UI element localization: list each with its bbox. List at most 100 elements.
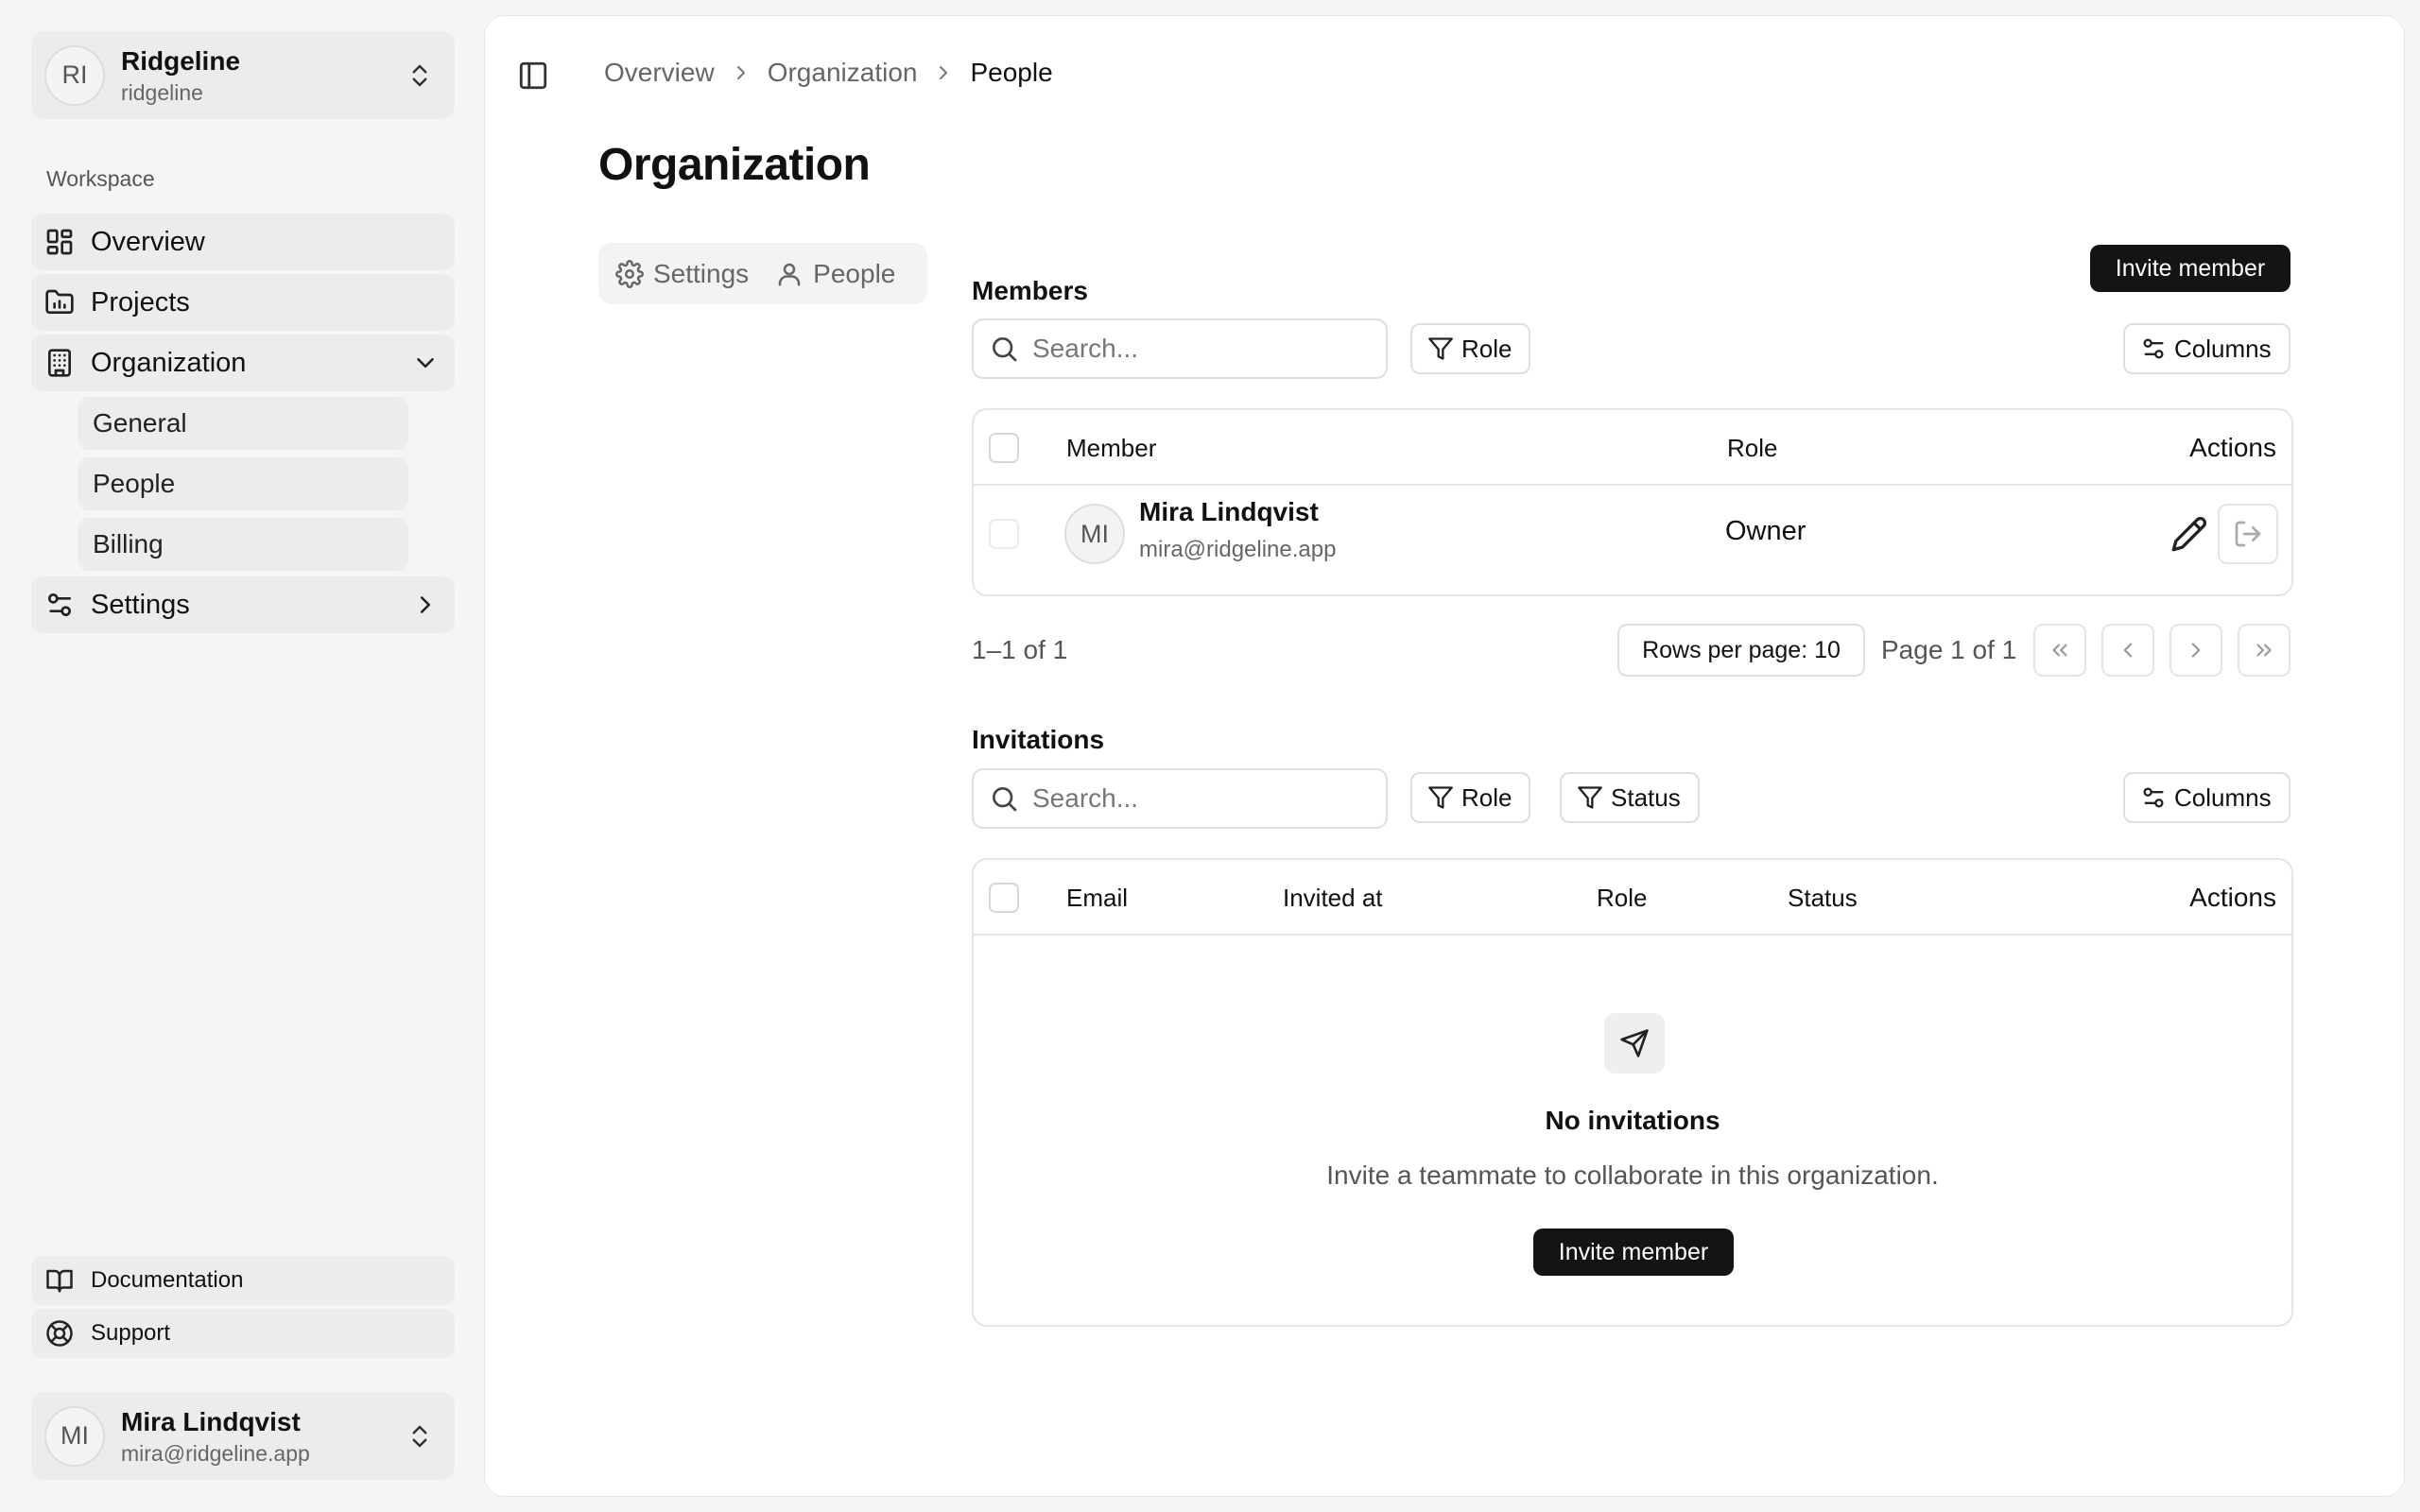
members-search-input[interactable] [1032,334,1373,364]
breadcrumb: Overview Organization People [604,58,1053,88]
chevron-down-icon [411,349,440,377]
user-name: Mira Lindqvist [121,1406,301,1436]
sidebar-item-label: Documentation [91,1267,244,1293]
chevron-right-icon [2184,638,2208,662]
org-name: Ridgeline [121,45,241,76]
invitations-search [972,768,1388,829]
avatar: MI [1064,504,1125,564]
building-icon [44,348,75,378]
sidebar-item-label: Organization [91,347,247,378]
page-title: Organization [598,140,871,190]
sidebar-item-overview[interactable]: Overview [31,214,455,270]
row-checkbox[interactable] [989,519,1019,549]
search-icon [989,783,1019,814]
column-header-role[interactable]: Role [1727,410,1777,486]
sidebar-item-label: Settings [91,589,190,620]
invite-member-button[interactable]: Invite member [2090,245,2290,292]
remove-member-button[interactable] [2218,504,2278,564]
user-switcher[interactable]: MI Mira Lindqvist mira@ridgeline.app [31,1392,455,1480]
chevron-right-icon [932,61,955,84]
filter-icon [1577,784,1603,811]
sidebar-item-label: Support [91,1320,171,1346]
member-role: Owner [1725,516,1806,546]
breadcrumb-organization[interactable]: Organization [768,58,918,88]
members-columns-button[interactable]: Columns [2123,323,2290,374]
org-tabs: Settings People [598,243,927,304]
workspace-section-label: Workspace [46,166,155,191]
column-header-actions: Actions [2189,883,2276,912]
gear-icon [615,259,644,288]
sidebar-item-projects[interactable]: Projects [31,274,455,331]
button-label: Columns [2174,334,2272,363]
invitations-title: Invitations [972,725,1105,754]
empty-state-title: No invitations [1545,1106,1720,1135]
dashboard-icon [44,227,75,257]
invitations-columns-button[interactable]: Columns [2123,772,2290,823]
pencil-icon[interactable] [2170,515,2208,553]
select-all-checkbox[interactable] [989,433,1019,463]
search-icon [989,334,1019,364]
members-search [972,318,1388,379]
tab-label: Settings [653,258,750,288]
column-header-email[interactable]: Email [1066,860,1128,936]
sliders-icon [2140,335,2167,362]
invitations-status-filter-button[interactable]: Status [1560,772,1700,823]
main-panel: Overview Organization People Organizatio… [484,15,2405,1497]
breadcrumb-overview[interactable]: Overview [604,58,715,88]
members-table: Member Role Actions MI Mira Lindqvist mi… [972,408,2293,596]
sidebar-item-label: Projects [91,286,190,318]
chevron-right-icon [411,591,440,619]
org-avatar: RI [44,44,105,106]
rows-per-page-select[interactable]: Rows per page: 10 [1617,624,1865,677]
sidebar-subitem-billing[interactable]: Billing [78,518,408,571]
chevrons-left-icon [2048,638,2072,662]
column-header-actions: Actions [2189,433,2276,462]
sidebar-item-organization[interactable]: Organization [31,335,455,391]
button-label: Status [1611,782,1681,812]
tab-people[interactable]: People [775,259,895,289]
previous-page-button[interactable] [2101,624,2154,677]
sidebar-item-documentation[interactable]: Documentation [31,1256,455,1305]
sidebar-toggle-icon[interactable] [517,60,549,92]
user-email: mira@ridgeline.app [121,1440,310,1466]
button-label: Role [1461,334,1512,363]
user-icon [775,260,804,288]
invitations-table-header: Email Invited at Role Status Actions [974,860,2291,936]
members-role-filter-button[interactable]: Role [1410,323,1531,374]
member-email: mira@ridgeline.app [1139,537,1337,562]
sidebar-item-support[interactable]: Support [31,1309,455,1358]
column-header-role[interactable]: Role [1597,860,1647,936]
tab-settings[interactable]: Settings [615,259,749,289]
first-page-button[interactable] [2033,624,2086,677]
filter-icon [1427,784,1454,811]
sidebar-subitem-people[interactable]: People [78,457,408,510]
member-name: Mira Lindqvist [1139,497,1319,526]
column-header-status[interactable]: Status [1788,860,1858,936]
column-header-invited-at[interactable]: Invited at [1283,860,1383,936]
sidebar-item-settings[interactable]: Settings [31,576,455,633]
empty-state-invite-member-button[interactable]: Invite member [1533,1228,1734,1276]
column-header-member[interactable]: Member [1066,410,1156,486]
invitations-table: Email Invited at Role Status Actions No … [972,858,2293,1327]
log-out-icon [2233,519,2263,549]
select-all-checkbox[interactable] [989,883,1019,913]
next-page-button[interactable] [2169,624,2222,677]
sliders-icon [44,590,75,620]
last-page-button[interactable] [2238,624,2290,677]
chevrons-right-icon [2252,638,2276,662]
tab-label: People [813,258,896,288]
chevrons-up-down-icon [406,61,434,90]
invitations-role-filter-button[interactable]: Role [1410,772,1531,823]
invitations-search-input[interactable] [1032,783,1373,814]
user-avatar: MI [44,1405,105,1467]
empty-state-subtitle: Invite a teammate to collaborate in this… [1326,1160,1939,1190]
life-buoy-icon [45,1319,74,1348]
sliders-icon [2140,784,2167,811]
table-row: MI Mira Lindqvist mira@ridgeline.app Own… [974,488,2291,580]
sidebar-subitem-general[interactable]: General [78,397,408,450]
breadcrumb-people: People [970,58,1053,87]
org-switcher[interactable]: RI Ridgeline ridgeline [31,31,455,119]
sidebar: RI Ridgeline ridgeline Workspace Overvie… [0,0,484,1512]
button-label: Role [1461,782,1512,812]
members-title: Members [972,276,1088,305]
